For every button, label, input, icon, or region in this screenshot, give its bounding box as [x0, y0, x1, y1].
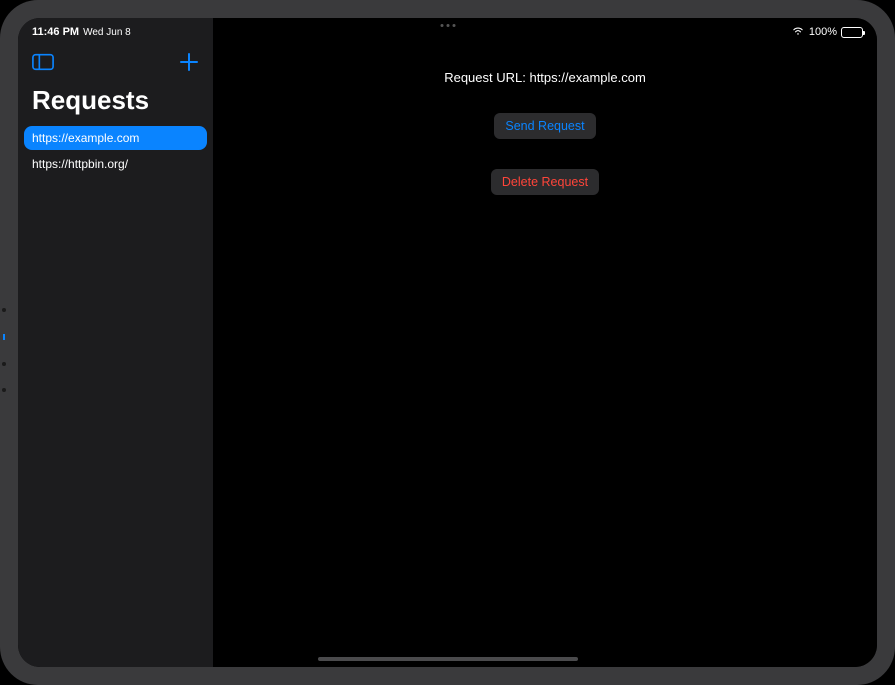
- wifi-icon: [791, 26, 805, 39]
- multitasking-dots-icon[interactable]: [440, 24, 455, 27]
- detail-panel: Request URL: https://example.com Send Re…: [213, 18, 877, 667]
- device-side-indicators: [2, 308, 6, 392]
- sidebar: Requests https://example.com https://htt…: [18, 18, 213, 667]
- send-request-button[interactable]: Send Request: [494, 113, 595, 139]
- request-url-label: Request URL: https://example.com: [444, 70, 646, 85]
- delete-request-button[interactable]: Delete Request: [491, 169, 599, 195]
- status-date: Wed Jun 8: [83, 27, 131, 38]
- list-item[interactable]: https://example.com: [24, 126, 207, 150]
- add-request-icon[interactable]: [179, 52, 199, 77]
- list-item[interactable]: https://httpbin.org/: [24, 152, 207, 176]
- requests-list: https://example.com https://httpbin.org/: [18, 126, 213, 176]
- status-time: 11:46 PM: [32, 26, 79, 38]
- battery-percentage: 100%: [809, 26, 837, 38]
- screen: 11:46 PM Wed Jun 8 100%: [18, 18, 877, 667]
- home-indicator[interactable]: [318, 657, 578, 661]
- battery-icon: [841, 27, 863, 38]
- sidebar-title: Requests: [18, 83, 213, 126]
- sidebar-toggle-icon[interactable]: [32, 53, 54, 76]
- ipad-frame: 11:46 PM Wed Jun 8 100%: [0, 0, 895, 685]
